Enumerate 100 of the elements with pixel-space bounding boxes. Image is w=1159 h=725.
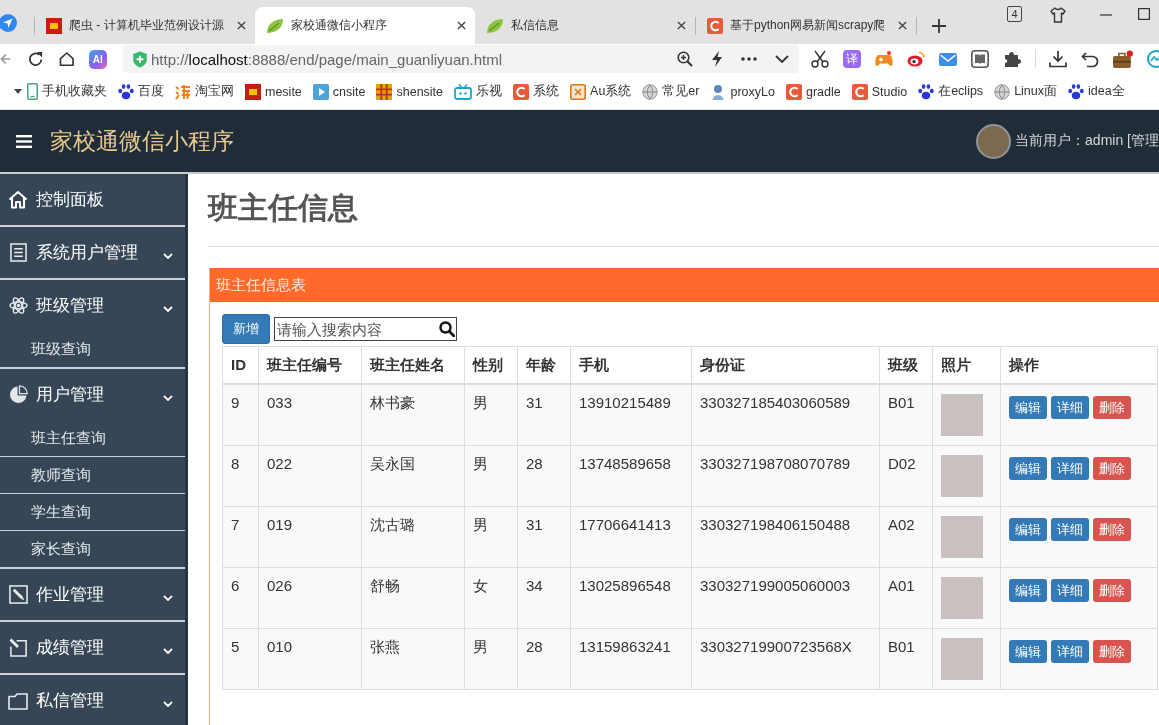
bookmark-link[interactable]: idea全 [1068,83,1125,100]
nav-item[interactable]: 控制面板 [0,174,185,225]
nav-item[interactable]: 作业管理 [0,569,185,620]
letter-c-icon [851,83,868,100]
nav-subitem[interactable]: 家长查询 [0,530,185,567]
nav-subitem[interactable]: 学生查询 [0,493,185,530]
assistant-button[interactable]: AI [88,49,107,69]
caret-icon[interactable] [14,89,22,94]
add-button[interactable]: 新增 [222,314,270,344]
bookmark-link[interactable]: 系统 [513,83,560,100]
address-field[interactable]: http://localhost:8888/end/page/main_guanliyuan.html [123,45,799,73]
edit-button[interactable]: 编辑 [1009,396,1047,419]
bookmark-link[interactable]: shensite [376,83,444,100]
browser-tab[interactable]: 爬虫 - 计算机毕业范例设计源 [35,7,255,44]
delete-button[interactable]: 删除 [1093,457,1131,480]
detail-button[interactable]: 详细 [1051,396,1089,419]
edit-button[interactable]: 编辑 [1009,457,1047,480]
delete-button[interactable]: 删除 [1093,579,1131,602]
close-icon[interactable] [898,21,907,30]
nav-subitem[interactable]: 教师查询 [0,456,185,493]
download-icon[interactable] [1049,50,1067,68]
puzzle-icon[interactable] [1003,50,1021,68]
edit-button[interactable]: 编辑 [1009,579,1047,602]
table-cell: D02 [879,445,933,507]
menu-icon[interactable] [16,134,32,148]
back-arrow-icon[interactable] [0,52,11,66]
nav-subitem[interactable]: 班级查询 [0,331,185,367]
bookmark-link[interactable]: Au系统 [570,83,632,100]
book-icon[interactable] [971,50,989,68]
detail-button[interactable]: 详细 [1051,579,1089,602]
tab-count[interactable]: 4 [1007,6,1022,22]
photo-placeholder [941,638,983,680]
paw-icon [918,83,935,100]
nav-item[interactable]: 成绩管理 [0,622,185,673]
bookmark-link[interactable]: 常见er [642,83,700,100]
bookmark-link[interactable]: 百度 [118,83,164,100]
nav-item[interactable]: 班级管理 [0,280,185,331]
undo-icon[interactable] [1081,50,1099,68]
nav-item[interactable]: 用户管理 [0,369,185,420]
browser-tab[interactable]: 基于python网易新闻scrapy爬 [696,7,916,44]
bookmark-link[interactable]: 乐视 [454,83,503,100]
navigation-arrow-icon[interactable] [0,14,17,32]
briefcase-icon[interactable] [1113,50,1133,68]
table-cell: 13748589658 [570,445,692,507]
close-icon[interactable] [677,21,686,30]
search-field[interactable]: 请输入搜索内容 [274,317,457,341]
column-header: 手机 [570,346,692,384]
bookmark-link[interactable]: mesite [245,83,302,100]
nav-item[interactable]: 系统用户管理 [0,227,185,278]
pencil-corner-icon [8,638,28,657]
mail-icon[interactable] [939,52,957,66]
bookmark-link[interactable]: 淘宝网 [175,83,234,100]
close-icon[interactable] [457,21,466,30]
more-dots-icon[interactable] [741,57,757,61]
zoom-in-icon[interactable] [677,51,693,67]
shirt-icon[interactable] [1050,7,1066,23]
scissors-icon[interactable] [811,50,829,68]
photo-placeholder [941,516,983,558]
bookmark-link[interactable]: proxyLo [710,83,775,100]
delete-button[interactable]: 删除 [1093,396,1131,419]
nav-subitem[interactable]: 班主任查询 [0,420,185,456]
letter-c-icon [707,17,723,34]
close-icon[interactable] [237,21,246,30]
edit-button[interactable]: 编辑 [1009,518,1047,541]
circle-logo-icon[interactable] [1147,50,1159,68]
bookmark-link[interactable]: cnsite [312,83,366,100]
translate-button[interactable]: 译 [843,50,861,68]
nav-item[interactable]: 私信管理 [0,675,185,725]
search-icon[interactable] [439,321,455,337]
maximize-icon[interactable] [1138,8,1150,20]
detail-button[interactable]: 详细 [1051,518,1089,541]
bookmark-link[interactable]: gradle [785,83,841,100]
detail-button[interactable]: 详细 [1051,457,1089,480]
browser-tab[interactable]: 私信信息 [475,7,695,44]
home-icon[interactable] [59,51,75,67]
browser-tab[interactable]: 家校通微信小程序 [255,7,475,44]
delete-button[interactable]: 删除 [1093,518,1131,541]
table-cell: 022 [258,445,362,507]
edit-button[interactable]: 编辑 [1009,640,1047,663]
lightning-icon[interactable] [711,51,723,67]
column-header: ID [222,346,259,384]
panel-header: 班主任信息表 [210,268,1159,302]
table-cell: 8 [222,445,259,507]
reload-icon[interactable] [27,51,44,67]
gamepad-icon[interactable] [875,51,893,67]
table-cell: B01 [879,628,933,690]
detail-button[interactable]: 详细 [1051,640,1089,663]
app-title: 家校通微信小程序 [50,126,234,156]
bookmark-link[interactable]: 手机收藏夹 [27,83,107,100]
delete-button[interactable]: 删除 [1093,640,1131,663]
eye-logo-icon[interactable] [907,51,925,67]
shield-icon [132,50,148,68]
chevron-down-icon[interactable] [775,55,789,63]
bookmark-link[interactable]: Studio [851,83,908,100]
plus-icon[interactable] [932,19,946,33]
bookmark-link[interactable]: Linux面 [994,83,1057,100]
table-cell: 13159863241 [570,628,692,690]
bookmark-link[interactable]: 在eclips [918,83,984,100]
table-cell: 男 [464,445,518,507]
table-cell: A02 [879,506,933,568]
